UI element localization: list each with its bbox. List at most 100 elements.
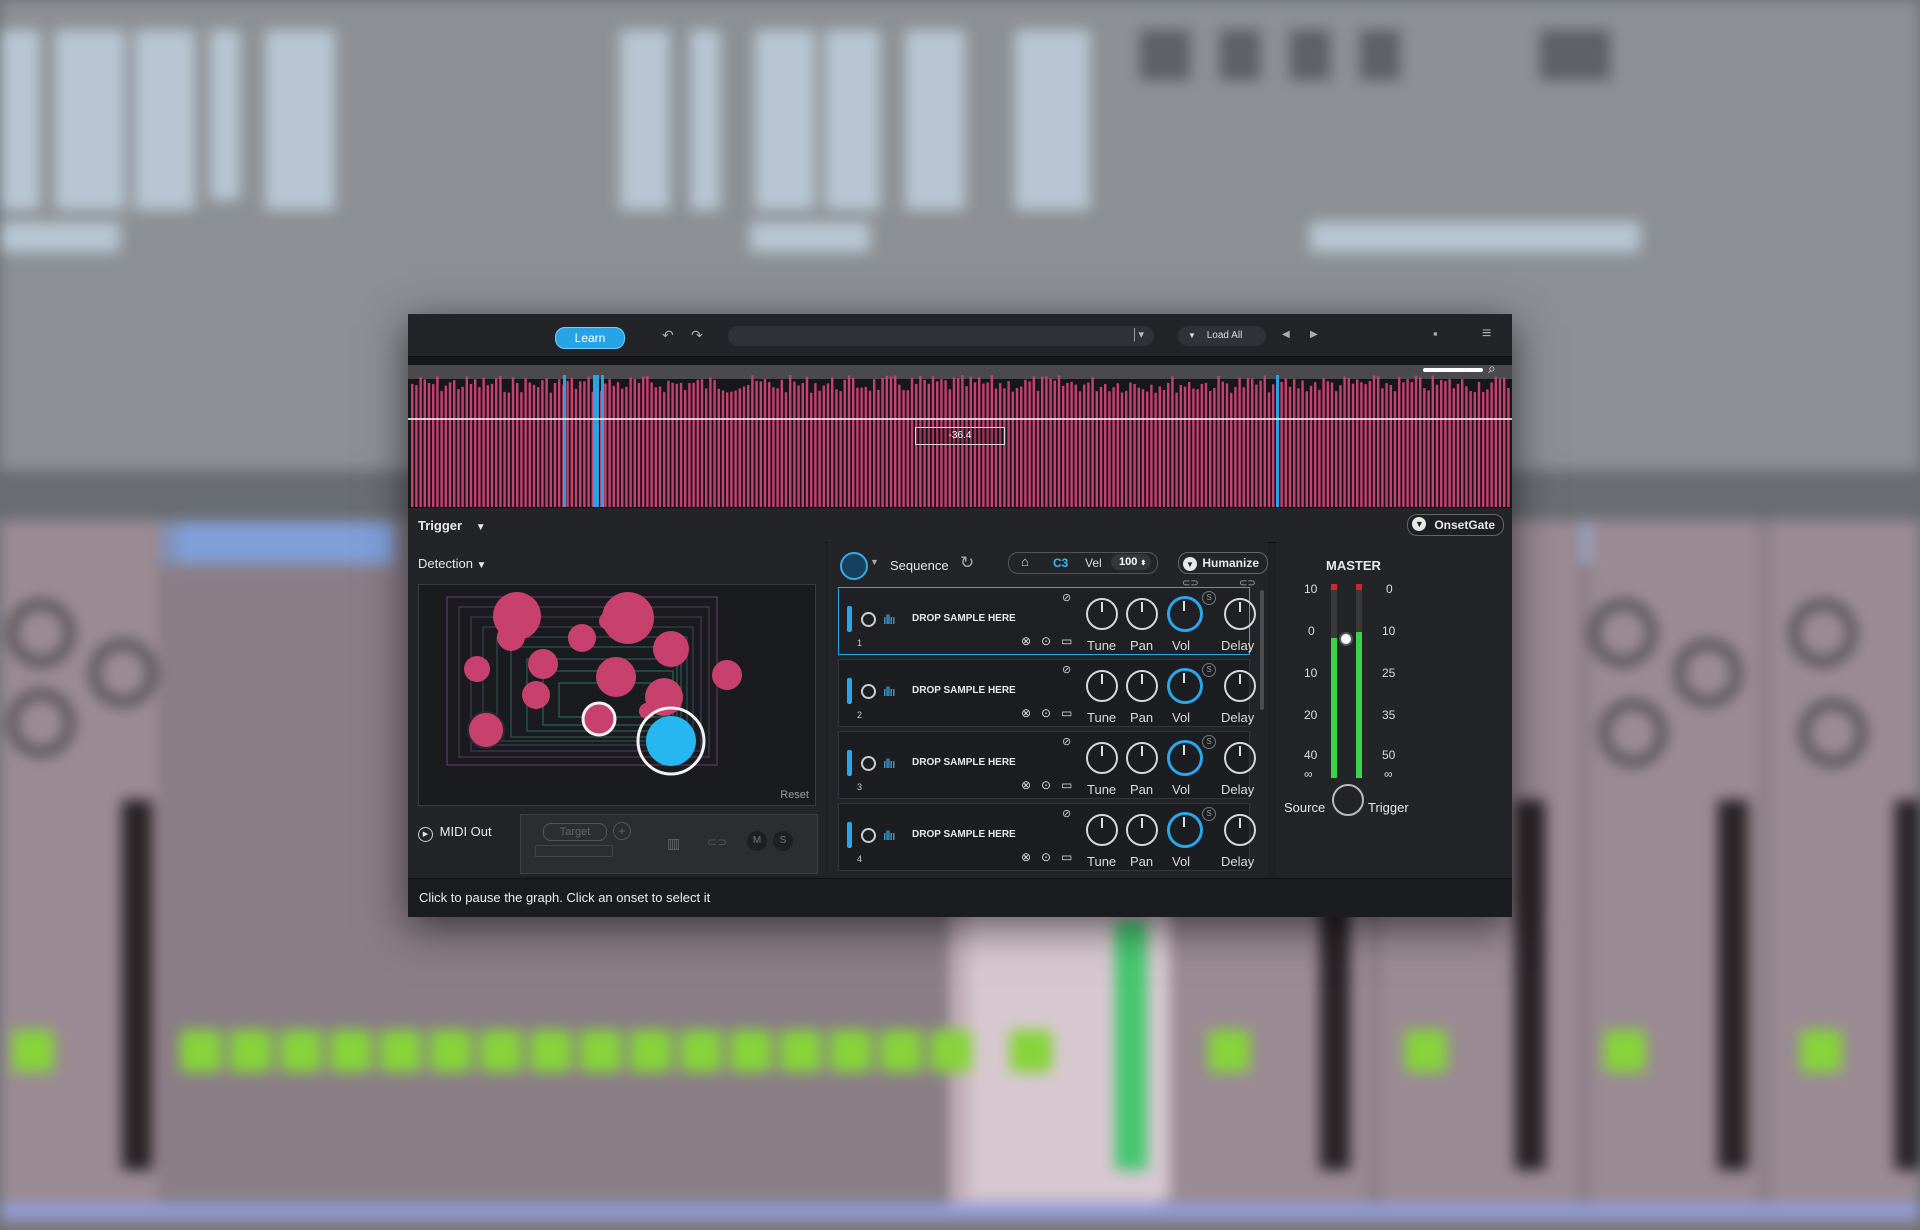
preset-selector[interactable]: │▾ [728,326,1154,346]
current-onset-bubble[interactable] [646,716,696,766]
drop-sample-area[interactable]: DROP SAMPLE HERE [912,829,1016,840]
magnifier-icon[interactable]: ⌕ [1488,360,1496,376]
note-value[interactable]: C3 [1053,556,1068,570]
pan-knob[interactable] [1126,814,1158,846]
delay-knob[interactable] [1224,598,1256,630]
tune-knob[interactable] [1086,814,1118,846]
onset-bubble[interactable] [464,656,490,682]
solo-button[interactable]: S [1202,735,1216,749]
previous-preset-icon[interactable]: ◀ [1282,327,1290,343]
settings-icon[interactable]: ⊙ [1041,850,1051,864]
piano-icon[interactable]: ▥ [667,835,680,852]
detection-dropdown[interactable]: Detection ▼ [418,556,486,571]
pan-knob[interactable] [1126,670,1158,702]
onset-bubble[interactable] [596,657,636,697]
null-icon[interactable]: ⊘ [1062,591,1071,604]
zoom-slider[interactable] [1423,368,1483,372]
target-button[interactable]: Target [543,823,607,841]
threshold-readout[interactable]: -36.4 [915,427,1005,445]
reset-button[interactable]: Reset [780,789,809,801]
trigger-mode-icon[interactable] [840,552,868,580]
load-all-dropdown[interactable]: ▼ Load All [1178,326,1266,346]
sample-slot-3[interactable]: ıllıı DROP SAMPLE HERE 3 ⊗ ⊙ ▭ ⊘ S Tune … [838,731,1256,799]
folder-icon[interactable]: ▭ [1061,706,1072,720]
save-icon[interactable]: ▪ [1433,326,1438,342]
learn-button[interactable]: Learn [555,327,625,349]
vol-knob[interactable] [1167,740,1203,776]
folder-icon[interactable]: ▭ [1061,778,1072,792]
folder-icon[interactable]: ▭ [1061,850,1072,864]
master-fader-handle[interactable] [1339,632,1353,646]
solo-button[interactable]: S [1202,591,1216,605]
onset-bubble[interactable] [653,631,689,667]
folder-icon[interactable]: ▭ [1061,634,1072,648]
settings-icon[interactable]: ⊙ [1041,706,1051,720]
midi-out-toggle[interactable]: ▶ MIDI Out [418,824,492,842]
pan-knob[interactable] [1126,742,1158,774]
drop-sample-area[interactable]: DROP SAMPLE HERE [912,613,1016,624]
remove-icon[interactable]: ⊗ [1021,850,1031,864]
humanize-dropdown[interactable]: ▼ Humanize [1178,552,1268,574]
null-icon[interactable]: ⊘ [1062,735,1071,748]
onset-bubble[interactable] [712,660,742,690]
onset-bubble[interactable] [497,623,525,651]
menu-icon[interactable]: ≡ [1482,326,1491,342]
onset-bubble[interactable] [599,612,617,630]
onset-bubble[interactable] [467,711,505,749]
onset-bubble-selected[interactable] [581,701,617,737]
slot-handle[interactable] [847,822,852,848]
onsetgate-dropdown[interactable]: ▼ OnsetGate [1407,514,1504,536]
sample-slot-2[interactable]: ıllıı DROP SAMPLE HERE 2 ⊗ ⊙ ▭ ⊘ S Tune … [838,659,1256,727]
drop-sample-area[interactable]: DROP SAMPLE HERE [912,685,1016,696]
slot-scrollbar[interactable] [1260,590,1264,710]
onset-bubble-graph[interactable] [419,585,815,805]
redo-icon[interactable]: ↷ [691,327,703,343]
remove-icon[interactable]: ⊗ [1021,634,1031,648]
velocity-stepper[interactable]: 100 ⬍ [1111,554,1151,570]
delay-knob[interactable] [1224,814,1256,846]
trigger-dropdown[interactable]: Trigger ▼ [418,518,486,533]
remove-icon[interactable]: ⊗ [1021,706,1031,720]
tune-knob[interactable] [1086,742,1118,774]
drop-sample-area[interactable]: DROP SAMPLE HERE [912,757,1016,768]
slot-enable-toggle[interactable] [861,756,876,771]
target-field[interactable] [535,845,613,857]
slot-handle[interactable] [847,750,852,776]
onset-bubble[interactable] [568,624,596,652]
link-icon[interactable]: ⊂⊃ [707,835,727,849]
slot-handle[interactable] [847,678,852,704]
sample-slot-4[interactable]: ıllıı DROP SAMPLE HERE 4 ⊗ ⊙ ▭ ⊘ S Tune … [838,803,1256,871]
refresh-icon[interactable]: ↻ [960,553,974,573]
settings-icon[interactable]: ⊙ [1041,778,1051,792]
undo-icon[interactable]: ↶ [662,327,674,343]
next-preset-icon[interactable]: ▶ [1310,327,1318,343]
mix-knob[interactable] [1332,784,1364,816]
add-target-icon[interactable]: + [613,822,631,840]
vol-knob[interactable] [1167,596,1203,632]
null-icon[interactable]: ⊘ [1062,807,1071,820]
sequence-label[interactable]: Sequence [890,558,949,573]
solo-button[interactable]: S [773,831,793,851]
onset-bubble[interactable] [528,649,558,679]
solo-button[interactable]: S [1202,807,1216,821]
delay-knob[interactable] [1224,742,1256,774]
slot-enable-toggle[interactable] [861,612,876,627]
null-icon[interactable]: ⊘ [1062,663,1071,676]
slot-enable-toggle[interactable] [861,828,876,843]
tune-knob[interactable] [1086,598,1118,630]
solo-button[interactable]: S [1202,663,1216,677]
vol-knob[interactable] [1167,812,1203,848]
tune-knob[interactable] [1086,670,1118,702]
slot-enable-toggle[interactable] [861,684,876,699]
delay-knob[interactable] [1224,670,1256,702]
onset-bubble[interactable] [522,681,550,709]
waveform-display[interactable]: ⌕ -36.4 [408,357,1512,507]
vol-knob[interactable] [1167,668,1203,704]
chevron-down-icon[interactable]: │▾ [1132,328,1144,341]
remove-icon[interactable]: ⊗ [1021,778,1031,792]
mute-button[interactable]: M [747,831,767,851]
chevron-down-icon[interactable]: ▼ [870,557,879,567]
settings-icon[interactable]: ⊙ [1041,634,1051,648]
slot-handle[interactable] [847,606,852,632]
sample-slot-1[interactable]: ıllıı DROP SAMPLE HERE 1 ⊗ ⊙ ▭ ⊘ S Tune … [838,587,1256,655]
